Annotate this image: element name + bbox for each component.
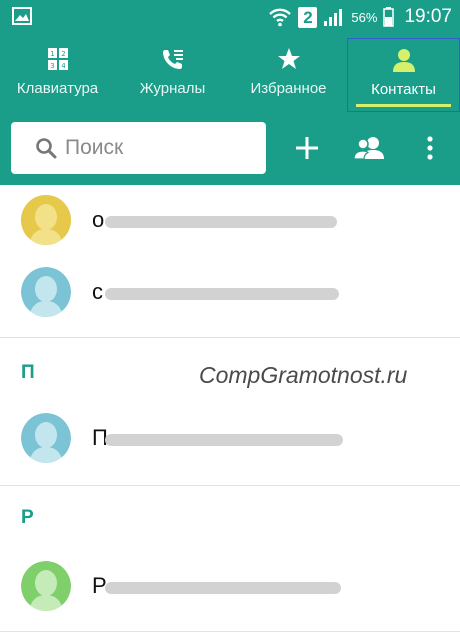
section-divider <box>0 631 460 632</box>
battery-icon <box>383 7 395 27</box>
more-icon <box>427 136 433 160</box>
avatar <box>21 413 71 463</box>
contact-row[interactable]: о <box>0 185 460 255</box>
tab-label: Журналы <box>139 80 206 97</box>
redacted-name <box>105 434 343 446</box>
person-icon <box>21 195 71 245</box>
wifi-icon <box>269 8 292 27</box>
contact-list: о с П П Р Р <box>0 185 460 636</box>
tab-contacts[interactable]: Контакты <box>347 38 460 112</box>
watermark: CompGramotnost.ru <box>199 362 408 388</box>
contacts-icon <box>391 45 417 75</box>
dialpad-icon: 1 2 3 4 <box>47 44 68 74</box>
call-log-icon <box>161 44 185 74</box>
person-icon <box>21 413 71 463</box>
tab-call-log[interactable]: Журналы <box>115 38 230 112</box>
clock: 19:07 <box>404 6 452 27</box>
tab-dialpad[interactable]: 1 2 3 4 Клавиатура <box>0 38 115 112</box>
section-divider <box>0 337 460 338</box>
redacted-name <box>105 288 339 300</box>
group-icon <box>353 137 384 160</box>
person-icon <box>21 267 71 317</box>
section-divider <box>0 485 460 486</box>
svg-text:2: 2 <box>61 50 65 58</box>
search-row <box>0 122 460 176</box>
search-input[interactable] <box>65 136 245 160</box>
tab-favorites[interactable]: Избранное <box>230 38 347 112</box>
add-contact-button[interactable] <box>289 130 325 166</box>
more-options-button[interactable] <box>412 130 448 166</box>
tab-label: Избранное <box>250 80 327 97</box>
svg-text:3: 3 <box>50 62 54 70</box>
avatar <box>21 195 71 245</box>
tab-label: Контакты <box>371 81 436 98</box>
person-icon <box>21 561 71 611</box>
battery-percent: 56% <box>351 9 378 25</box>
add-icon <box>296 137 318 159</box>
section-header: П <box>21 362 35 383</box>
active-tab-indicator <box>356 104 451 107</box>
search-icon <box>36 138 57 159</box>
svg-text:1: 1 <box>50 50 54 58</box>
avatar <box>21 267 71 317</box>
search-box[interactable] <box>11 122 266 174</box>
contact-name: о <box>92 207 105 232</box>
redacted-name <box>105 216 337 228</box>
sim-badge: 2 <box>298 6 318 28</box>
image-notification-icon <box>12 7 32 25</box>
contact-row[interactable]: Р <box>0 551 460 621</box>
contact-row[interactable]: П <box>0 403 460 473</box>
tab-label: Клавиатура <box>16 80 99 97</box>
app-header: 2 56% 19:07 1 2 3 4 Клавиатура Журналы И… <box>0 0 460 185</box>
contact-row[interactable]: с <box>0 257 460 327</box>
contact-name: с <box>92 279 103 304</box>
redacted-name <box>105 582 341 594</box>
svg-text:4: 4 <box>61 62 66 70</box>
section-header: Р <box>21 507 34 528</box>
groups-button[interactable] <box>351 130 387 166</box>
tab-bar: 1 2 3 4 Клавиатура Журналы Избранное Кон… <box>0 38 460 112</box>
star-icon <box>277 44 301 74</box>
signal-icon <box>324 9 343 26</box>
avatar <box>21 561 71 611</box>
status-bar: 2 56% 19:07 <box>0 0 460 34</box>
